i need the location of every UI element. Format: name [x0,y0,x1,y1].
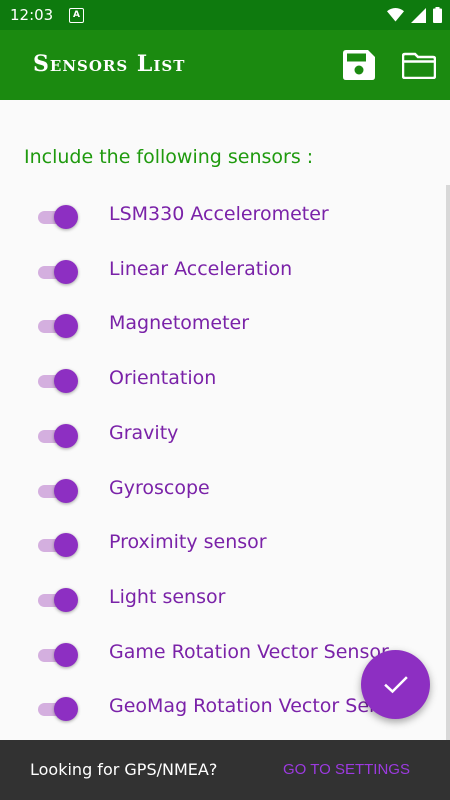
sensor-row: LSM330 Accelerometer [0,197,440,237]
wifi-icon [387,8,404,22]
sensor-label: Magnetometer [109,312,250,335]
toggle-thumb [54,533,78,558]
sensor-row: Proximity sensor [0,525,440,565]
confirm-fab[interactable] [361,650,430,719]
sensor-toggle[interactable] [38,587,78,612]
sensor-toggle[interactable] [38,478,78,503]
sensor-row: Gyroscope [0,471,440,511]
list-heading: Include the following sensors : [24,146,314,168]
sensor-toggle[interactable] [38,697,78,722]
sensor-toggle[interactable] [38,205,78,229]
folder-icon [401,52,437,80]
status-bar: 12:03 A [0,0,450,30]
sensor-toggle[interactable] [38,642,78,667]
battery-icon [433,7,442,23]
sensor-toggle[interactable] [38,423,78,448]
sensor-label: Linear Acceleration [109,257,293,280]
sensor-row: Orientation [0,361,440,401]
sensor-label: Gravity [109,421,179,444]
sensor-toggle[interactable] [38,259,78,284]
open-folder-button[interactable] [401,52,437,83]
sensor-label: Light sensor [109,585,226,608]
sensor-label: LSM330 Accelerometer [109,203,329,225]
app-bar: Sensors List [0,30,450,100]
save-icon [343,50,375,80]
status-time: 12:03 [10,6,54,24]
sensor-label: Gyroscope [109,476,210,499]
sensor-row: Magnetometer [0,306,440,346]
sensor-toggle[interactable] [38,533,78,558]
toggle-thumb [54,369,78,394]
sensor-list-panel: Include the following sensors : LSM330 A… [0,100,450,740]
sensor-label: Orientation [109,367,217,390]
toggle-thumb [54,314,78,339]
sensor-toggle[interactable] [38,369,78,394]
sensor-row: Linear Acceleration [0,252,440,292]
toggle-thumb [54,642,78,667]
toggle-thumb [54,205,78,229]
toggle-thumb [54,587,78,612]
check-icon [383,675,408,693]
sensor-toggle[interactable] [38,314,78,339]
signal-icon [411,7,426,23]
page-title: Sensors List [33,51,186,77]
status-icons [387,7,442,23]
sensor-label: Proximity sensor [109,531,267,554]
toggle-thumb [54,697,78,722]
snackbar-message: Looking for GPS/NMEA? [30,760,218,779]
toggle-thumb [54,423,78,448]
scrollbar[interactable] [446,185,450,740]
save-button[interactable] [343,50,375,84]
notification-icon: A [69,8,84,23]
snackbar: Looking for GPS/NMEA? GO TO SETTINGS [0,740,450,800]
toggle-thumb [54,259,78,284]
go-to-settings-button[interactable]: GO TO SETTINGS [283,761,410,778]
sensor-row: Light sensor [0,580,440,620]
toggle-thumb [54,478,78,503]
sensor-row: Gravity [0,416,440,456]
sensor-label: Game Rotation Vector Sensor [109,640,389,663]
